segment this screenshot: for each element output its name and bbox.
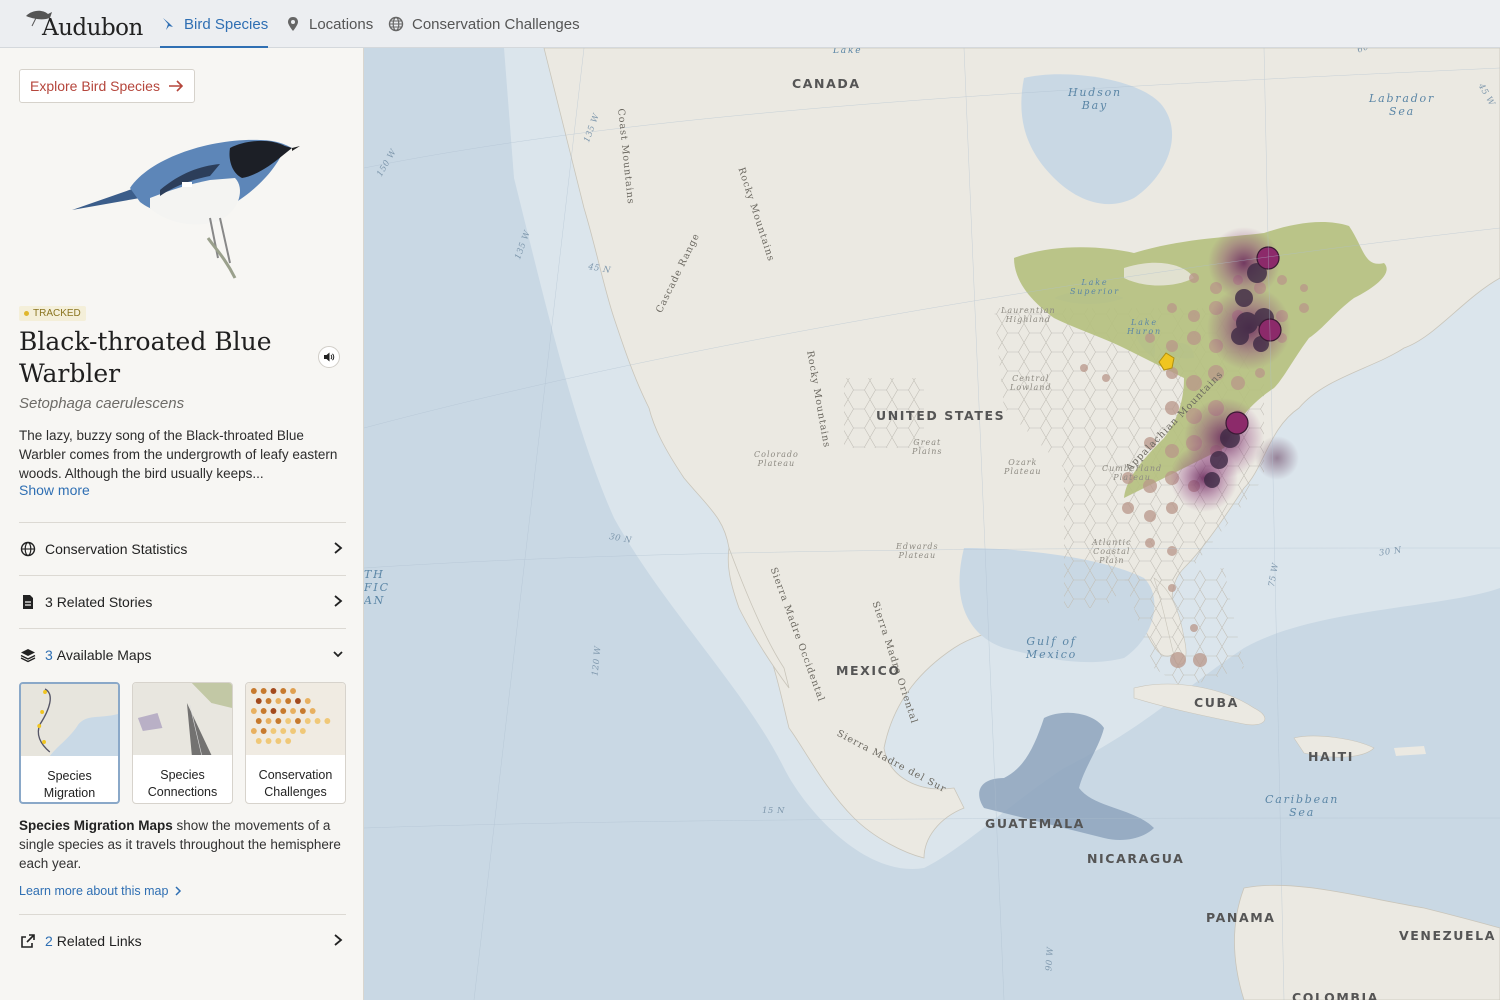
label-central-lowland: Central Lowland bbox=[1010, 374, 1052, 392]
nav-locations[interactable]: Locations bbox=[285, 0, 373, 48]
top-nav: Audubon Bird Species Locations Conservat… bbox=[0, 0, 1500, 48]
external-link-icon bbox=[19, 932, 37, 950]
row-label: Related Stories bbox=[56, 593, 153, 610]
chevron-right-icon bbox=[334, 934, 343, 946]
label-hudson-bay: Hudson Bay bbox=[1068, 86, 1122, 112]
map-card-species-connections[interactable]: Species Connections bbox=[132, 682, 233, 804]
chevron-down-icon bbox=[333, 651, 343, 658]
label-edwards-plateau: Edwards Plateau bbox=[896, 542, 939, 560]
species-sidebar: Explore Bird Species TRACKED Black-throa… bbox=[0, 48, 364, 1000]
map-card-species-migration[interactable]: Species Migration bbox=[19, 682, 120, 804]
row-label: Conservation Statistics bbox=[45, 540, 188, 557]
label-guatemala: GUATEMALA bbox=[985, 816, 1085, 831]
card-label: Conservation Challenges bbox=[258, 768, 333, 799]
label-colorado-plateau: Colorado Plateau bbox=[754, 450, 799, 468]
explore-bird-species-button[interactable]: Explore Bird Species bbox=[19, 69, 195, 103]
migration-desc-bold: Species Migration Maps bbox=[19, 818, 173, 833]
document-icon bbox=[19, 593, 37, 611]
show-more-link[interactable]: Show more bbox=[19, 482, 90, 498]
card-label: Species Migration bbox=[43, 769, 96, 800]
speaker-icon bbox=[324, 352, 335, 362]
bird-icon bbox=[163, 18, 173, 30]
chevron-right-icon bbox=[334, 595, 343, 607]
bird-illustration bbox=[72, 139, 300, 279]
brand-name[interactable]: Audubon bbox=[42, 15, 143, 41]
explore-label: Explore Bird Species bbox=[30, 78, 160, 94]
map-cards: Species Migration Species Connections Co… bbox=[19, 682, 346, 804]
challenges-thumbnail bbox=[246, 683, 345, 755]
nav-conservation-challenges[interactable]: Conservation Challenges bbox=[388, 0, 580, 48]
label-haiti: HAITI bbox=[1308, 749, 1354, 764]
label-cuba: CUBA bbox=[1194, 695, 1239, 710]
pin-icon bbox=[288, 17, 298, 31]
card-label: Species Connections bbox=[147, 768, 218, 799]
conservation-statistics-row[interactable]: Conservation Statistics bbox=[19, 522, 346, 574]
tracked-badge: TRACKED bbox=[19, 306, 86, 321]
map-card-conservation-challenges[interactable]: Conservation Challenges bbox=[245, 682, 346, 804]
grid-label-90w: 90 W bbox=[1044, 946, 1056, 972]
globe-icon bbox=[388, 16, 404, 32]
scientific-name: Setophaga caerulescens bbox=[19, 395, 185, 412]
migration-thumbnail bbox=[21, 684, 118, 756]
nav-label: Conservation Challenges bbox=[412, 15, 580, 33]
nav-bird-species[interactable]: Bird Species bbox=[160, 0, 269, 48]
nav-label: Locations bbox=[309, 15, 374, 33]
chevron-right-icon bbox=[175, 886, 182, 896]
row-label: Available Maps bbox=[56, 646, 152, 663]
migration-map[interactable]: CANADA UNITED STATES MEXICO CUBA HAITI G… bbox=[364, 38, 1500, 1000]
nav-label: Bird Species bbox=[184, 15, 269, 33]
badge-label: TRACKED bbox=[33, 308, 81, 319]
species-title: Black-throated Blue Warbler bbox=[19, 327, 272, 388]
label-united-states: UNITED STATES bbox=[876, 408, 1006, 423]
grid-label-15n: 15 N bbox=[762, 806, 785, 816]
label-great-plains: Great Plains bbox=[912, 438, 943, 456]
label-ozark-plateau: Ozark Plateau bbox=[1004, 458, 1042, 476]
species-description: The lazy, buzzy song of the Black-throat… bbox=[19, 428, 338, 481]
label-nicaragua: NICARAGUA bbox=[1087, 851, 1185, 866]
globe-icon bbox=[19, 540, 37, 558]
play-sound-button[interactable] bbox=[318, 346, 340, 368]
label-pacific-ocean: TH FIC AN bbox=[364, 568, 390, 607]
label-caribbean-sea: Caribbean Sea bbox=[1265, 793, 1340, 819]
related-stories-row[interactable]: 3 Related Stories bbox=[19, 575, 346, 627]
connections-thumbnail bbox=[133, 683, 232, 756]
label-venezuela: VENEZUELA bbox=[1399, 928, 1497, 943]
label-atlantic-coastal-plain: Atlantic Coastal Plain bbox=[1092, 538, 1132, 565]
label-panama: PANAMA bbox=[1206, 910, 1276, 925]
label-lake-huron: Lake Huron bbox=[1127, 318, 1162, 336]
map-canvas[interactable] bbox=[364, 48, 1500, 1000]
label-colombia: COLOMBIA bbox=[1292, 990, 1380, 1000]
migration-description: Species Migration Maps show the movement… bbox=[19, 816, 344, 873]
arrow-right-icon bbox=[168, 80, 184, 92]
row-label: Related Links bbox=[56, 932, 142, 949]
layers-icon bbox=[19, 646, 37, 664]
learn-more-label: Learn more about this map bbox=[19, 884, 169, 898]
label-gulf-of-mexico: Gulf of Mexico bbox=[1026, 635, 1078, 661]
label-canada: CANADA bbox=[792, 76, 861, 91]
label-laurentian-highland: Laurentian Highland bbox=[1001, 306, 1056, 324]
label-lake-superior: Lake Superior bbox=[1070, 278, 1120, 296]
related-links-row[interactable]: 2 Related Links bbox=[19, 914, 346, 966]
label-labrador-sea: Labrador Sea bbox=[1369, 92, 1436, 118]
available-maps-row[interactable]: 3 Available Maps bbox=[19, 628, 346, 680]
stories-count: 3 bbox=[45, 593, 53, 610]
links-count: 2 bbox=[45, 932, 53, 949]
learn-more-link[interactable]: Learn more about this map bbox=[19, 884, 182, 898]
chevron-right-icon bbox=[334, 542, 343, 554]
maps-count: 3 bbox=[45, 646, 53, 663]
dot-icon bbox=[24, 311, 29, 316]
